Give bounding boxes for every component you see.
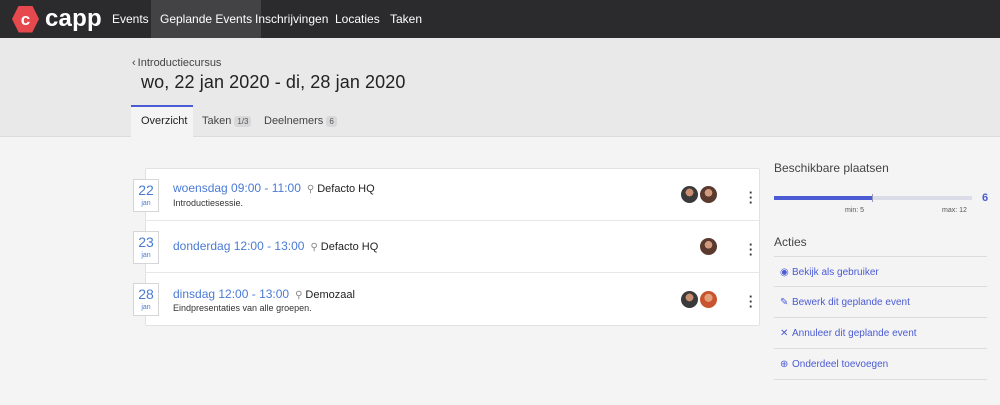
event-time-label: dinsdag 12:00 - 13:00: [173, 287, 290, 301]
event-location: ⚲ Defacto HQ: [307, 183, 375, 195]
capacity-min-tick: [872, 194, 873, 202]
avatar[interactable]: [699, 237, 718, 256]
app-logo[interactable]: c capp: [12, 5, 102, 33]
back-link-label: Introductiecursus: [137, 57, 222, 69]
count-badge: 1/3: [234, 115, 252, 127]
event-location: ⚲ Defacto HQ: [310, 241, 378, 253]
date-day: 23: [138, 234, 154, 250]
date-badge: 23 jan: [133, 231, 159, 264]
action-label: Onderdeel toevoegen: [792, 359, 889, 370]
event-location-label: Defacto HQ: [317, 183, 375, 195]
date-month: jan: [141, 252, 151, 259]
date-month: jan: [141, 200, 151, 207]
view-as-user-button[interactable]: ◉ Bekijk als gebruiker: [774, 256, 987, 287]
action-label: Bewerk dit geplande event: [792, 297, 910, 308]
capacity-bar: [774, 194, 972, 202]
nav-geplande-events[interactable]: Geplande Events: [151, 0, 262, 38]
page-title: wo, 22 jan 2020 - di, 28 jan 2020: [141, 72, 406, 92]
date-badge: 22 jan: [133, 179, 159, 212]
avatar[interactable]: [699, 290, 718, 309]
event-description: Introductiesessie.: [173, 198, 244, 208]
close-icon: ✕: [780, 328, 789, 339]
avatar[interactable]: [680, 185, 699, 204]
nav-locaties[interactable]: Locaties: [326, 0, 389, 38]
top-nav: c capp Events Geplande Events Inschrijvi…: [0, 0, 1000, 38]
tab-label: Overzicht: [141, 115, 188, 127]
location-pin-icon: ⚲: [306, 184, 315, 195]
actions-heading: Acties: [774, 235, 807, 249]
more-options-icon[interactable]: · · ·: [748, 238, 754, 261]
location-pin-icon: ⚲: [310, 242, 318, 253]
pencil-icon: ✎: [780, 297, 789, 308]
add-part-button[interactable]: ⊕ Onderdeel toevoegen: [774, 349, 987, 380]
event-time[interactable]: woensdag 09:00 - 11:00 ⚲ Defacto HQ: [173, 181, 375, 195]
tab-deelnemers[interactable]: Deelnemers 6: [254, 105, 347, 137]
cancel-event-button[interactable]: ✕ Annuleer dit geplande event: [774, 318, 987, 349]
date-badge: 28 jan: [133, 283, 159, 316]
capacity-value: 6: [982, 192, 989, 204]
capacity-heading: Beschikbare plaatsen: [774, 161, 889, 175]
capp-logo-icon: c: [12, 5, 39, 33]
event-time[interactable]: donderdag 12:00 - 13:00 ⚲ Defacto HQ: [173, 239, 378, 253]
capacity-max-label: max: 12: [942, 207, 967, 214]
nav-events[interactable]: Events: [103, 0, 158, 38]
event-row[interactable]: 22 jan woensdag 09:00 - 11:00 ⚲ Defacto HQ…: [133, 169, 759, 221]
capacity-min-label: min: 5: [845, 207, 865, 214]
action-label: Annuleer dit geplande event: [792, 328, 917, 339]
event-row[interactable]: 28 jan dinsdag 12:00 - 13:00 ⚲ Demozaal Ei…: [133, 273, 759, 325]
nav-inschrijvingen[interactable]: Inschrijvingen: [246, 0, 337, 38]
event-time-label: woensdag 09:00 - 11:00: [173, 181, 301, 195]
date-day: 22: [138, 182, 154, 198]
count-badge: 6: [326, 115, 337, 127]
date-month: jan: [141, 304, 151, 311]
plus-circle-icon: ⊕: [780, 359, 789, 370]
event-row[interactable]: 23 jan donderdag 12:00 - 13:00 ⚲ Defacto H…: [133, 221, 759, 273]
event-location-label: Defacto HQ: [320, 241, 379, 253]
more-options-icon[interactable]: · · ·: [748, 186, 754, 209]
event-time-label: donderdag 12:00 - 13:00: [173, 239, 305, 253]
event-list: 22 jan woensdag 09:00 - 11:00 ⚲ Defacto HQ…: [133, 168, 760, 326]
event-location: ⚲ Demozaal: [295, 289, 355, 301]
tab-label: Taken: [202, 115, 232, 127]
back-link[interactable]: ‹ Introductiecursus: [132, 57, 221, 69]
nav-taken[interactable]: Taken: [381, 0, 431, 38]
chevron-left-icon: ‹: [132, 57, 136, 69]
more-options-icon[interactable]: · · ·: [748, 290, 754, 313]
event-description: Eindpresentaties van alle groepen.: [173, 303, 312, 313]
capacity-bar-fill: [774, 196, 873, 200]
app-name: capp: [45, 5, 102, 32]
location-pin-icon: ⚲: [295, 290, 303, 301]
avatar[interactable]: [680, 290, 699, 309]
tab-overzicht[interactable]: Overzicht: [131, 105, 193, 137]
edit-event-button[interactable]: ✎ Bewerk dit geplande event: [774, 287, 987, 318]
tab-label: Deelnemers: [264, 115, 324, 127]
eye-icon: ◉: [780, 267, 789, 278]
avatar[interactable]: [699, 185, 718, 204]
date-day: 28: [138, 286, 154, 302]
tab-taken[interactable]: Taken 1/3: [192, 105, 261, 137]
event-time[interactable]: dinsdag 12:00 - 13:00 ⚲ Demozaal: [173, 287, 355, 301]
event-location-label: Demozaal: [305, 289, 355, 301]
action-label: Bekijk als gebruiker: [792, 267, 879, 278]
